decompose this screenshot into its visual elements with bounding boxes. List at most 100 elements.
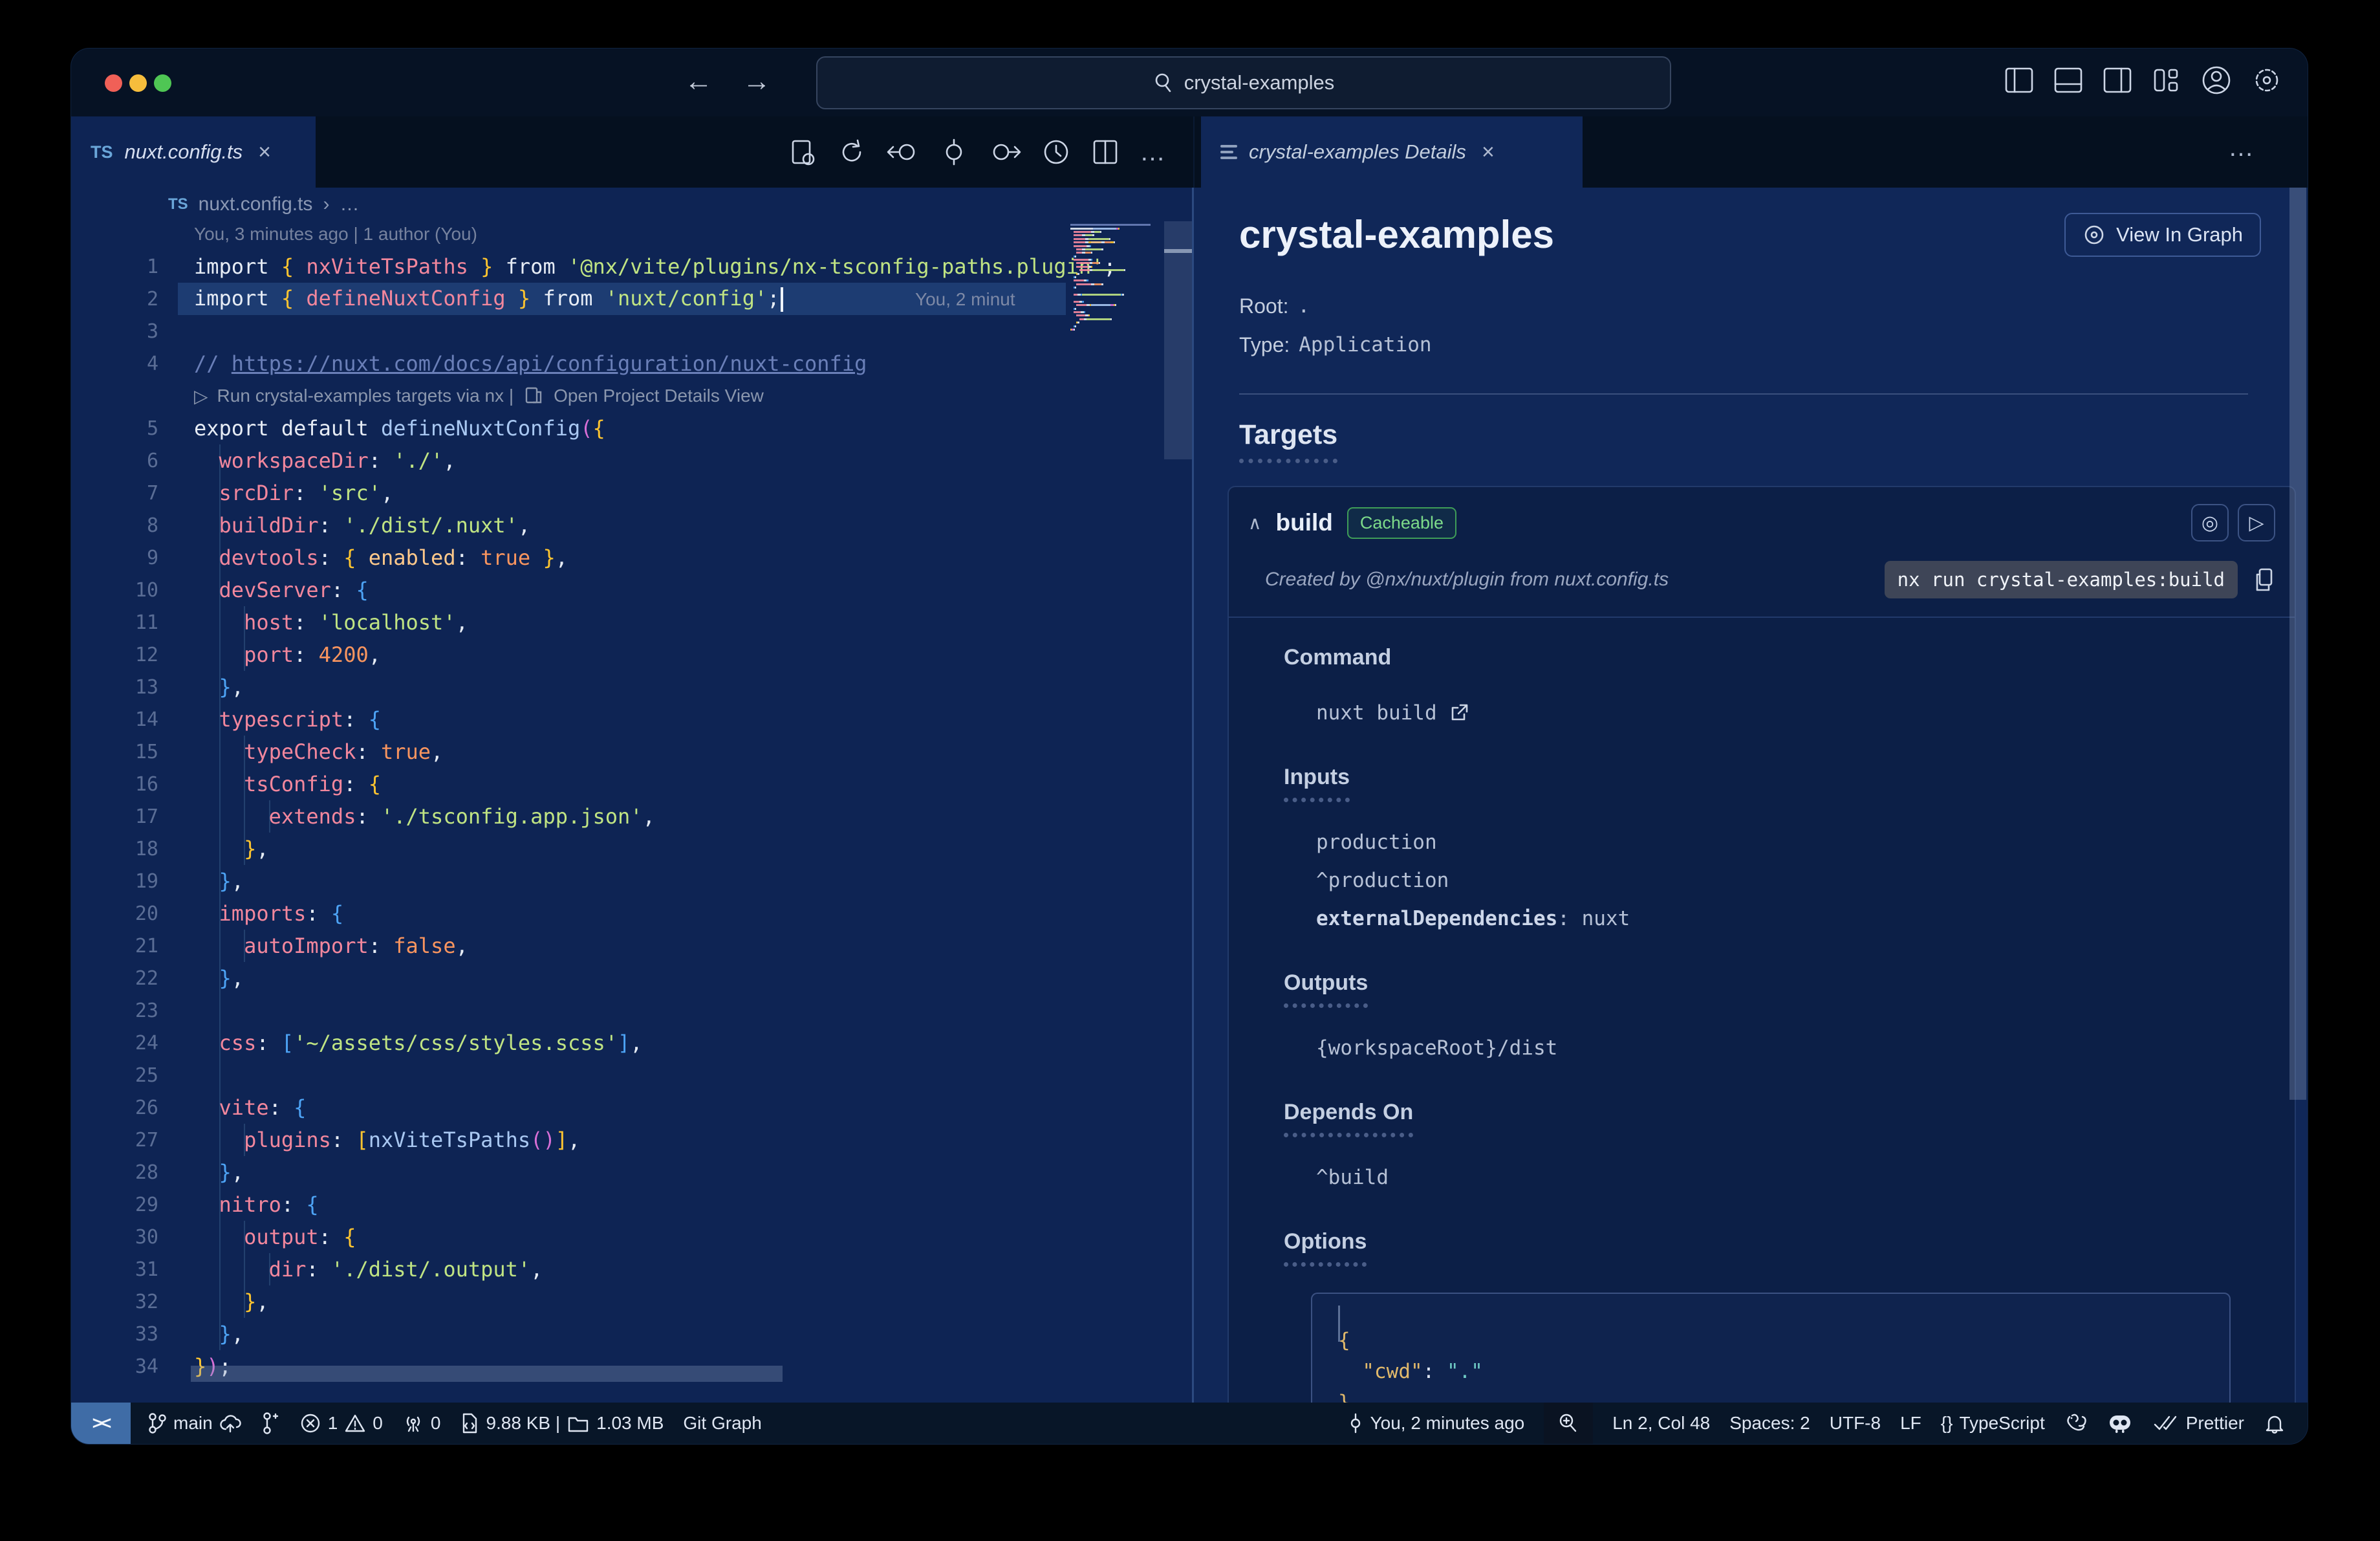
view-target-in-graph-button[interactable]: ◎ <box>2191 504 2229 541</box>
code-row[interactable]: 20 imports: { <box>71 897 1066 930</box>
code-row[interactable]: 16 tsConfig: { <box>71 768 1066 800</box>
code-row[interactable]: 3 <box>71 315 1066 347</box>
back-icon[interactable]: ← <box>679 65 718 98</box>
run-command-chip[interactable]: nx run crystal-examples:build <box>1884 561 2238 598</box>
copilot-item[interactable] <box>2107 1412 2133 1435</box>
editor-vertical-scrollbar[interactable] <box>1164 221 1192 459</box>
code-row[interactable]: 23 <box>71 994 1066 1027</box>
code-row[interactable]: 18 }, <box>71 833 1066 865</box>
toggle-primary-sidebar-icon[interactable] <box>2002 65 2036 96</box>
code-row[interactable]: 4// https://nuxt.com/docs/api/configurat… <box>71 347 1066 380</box>
overview-ruler-cursor <box>1164 249 1192 253</box>
more-actions-icon[interactable]: … <box>2228 133 2256 162</box>
code-row[interactable]: 7 srcDir: 'src', <box>71 477 1066 509</box>
git-graph-branch-item[interactable] <box>261 1412 280 1435</box>
gitmoji-item[interactable] <box>2064 1412 2088 1435</box>
navigate-forward-icon[interactable] <box>988 137 1022 167</box>
collapse-chevron-icon[interactable]: ∧ <box>1248 512 1262 534</box>
code-row[interactable]: 24 css: ['~/assets/css/styles.scss'], <box>71 1027 1066 1059</box>
navigate-position-icon[interactable] <box>939 137 969 167</box>
refresh-icon[interactable] <box>837 137 867 167</box>
copy-icon[interactable] <box>2253 567 2275 593</box>
code-row[interactable]: 26 vite: { <box>71 1091 1066 1124</box>
code-row[interactable]: 27 plugins: [nxViteTsPaths()], <box>71 1124 1066 1156</box>
code-editor[interactable]: You, 3 minutes ago | 1 author (You) 1 impo… <box>71 221 1193 1403</box>
code-row[interactable]: 21 autoImport: false, <box>71 930 1066 962</box>
remote-indicator[interactable]: >< <box>71 1403 131 1444</box>
toggle-panel-icon[interactable] <box>2051 65 2085 96</box>
code-row[interactable]: 2 import { defineNuxtConfig } from 'nuxt/… <box>71 283 1066 315</box>
cursor-position-item[interactable]: Ln 2, Col 48 <box>1612 1413 1710 1434</box>
split-editor-icon[interactable] <box>1090 137 1120 167</box>
file-size-item[interactable]: 9.88 KB | 1.03 MB <box>460 1412 664 1435</box>
close-window-button[interactable] <box>105 74 122 92</box>
code-row[interactable]: 8 buildDir: './dist/.nuxt', <box>71 509 1066 541</box>
breadcrumb[interactable]: TS nuxt.config.ts › … <box>71 188 1193 221</box>
options-heading: Options <box>1284 1229 1367 1267</box>
code-row[interactable]: 19 }, <box>71 865 1066 897</box>
encoding-item[interactable]: UTF-8 <box>1830 1413 1881 1434</box>
customize-layout-icon[interactable] <box>2150 65 2183 96</box>
prettier-item[interactable]: Prettier <box>2152 1413 2244 1434</box>
code-row[interactable]: 30 output: { <box>71 1221 1066 1253</box>
code-row[interactable]: 10 devServer: { <box>71 574 1066 606</box>
toggle-secondary-sidebar-icon[interactable] <box>2101 65 2134 96</box>
breadcrumb-symbol[interactable]: … <box>340 193 359 215</box>
close-tab-icon[interactable]: × <box>1482 140 1495 165</box>
panel-scrollbar[interactable] <box>2289 188 2306 1100</box>
zoom-window-button[interactable] <box>154 74 171 92</box>
problems-item[interactable]: 1 0 <box>299 1412 383 1434</box>
code-row[interactable]: 29 nitro: { <box>71 1188 1066 1221</box>
code-row[interactable]: 17 extends: './tsconfig.app.json', <box>71 800 1066 833</box>
language-mode-item[interactable]: {} TypeScript <box>1941 1413 2045 1434</box>
code-row[interactable]: 31 dir: './dist/.output', <box>71 1253 1066 1285</box>
notifications-item[interactable] <box>2264 1412 2286 1435</box>
code-row[interactable]: 25 <box>71 1059 1066 1091</box>
code-row[interactable]: 22 }, <box>71 962 1066 994</box>
breadcrumb-file[interactable]: nuxt.config.ts <box>199 193 313 215</box>
blame-item[interactable]: You, 2 minutes ago <box>1347 1412 1524 1435</box>
code-row[interactable]: 15 typeCheck: true, <box>71 736 1066 768</box>
code-row[interactable]: 1 import { nxViteTsPaths } from '@nx/vite… <box>71 250 1116 283</box>
run-target-button[interactable]: ▷ <box>2238 504 2275 541</box>
code-row[interactable]: 11 host: 'localhost', <box>71 606 1066 639</box>
depends-on-heading: Depends On <box>1284 1100 1414 1137</box>
open-changes-icon[interactable] <box>788 137 817 167</box>
options-json-editor[interactable]: { "cwd": "." } <box>1311 1293 2231 1403</box>
code-row[interactable]: 33 }, <box>71 1318 1066 1350</box>
code-lines[interactable]: You, 3 minutes ago | 1 author (You) 1 impo… <box>71 221 1116 1383</box>
code-row[interactable]: 32 }, <box>71 1285 1066 1318</box>
view-in-graph-button[interactable]: View In Graph <box>2064 212 2261 257</box>
code-row[interactable]: 12 port: 4200, <box>71 639 1066 671</box>
close-tab-icon[interactable]: × <box>258 140 271 165</box>
ports-item[interactable]: 0 <box>402 1412 440 1434</box>
more-actions-icon[interactable]: … <box>1140 138 1167 167</box>
code-row[interactable]: 9 devtools: { enabled: true }, <box>71 541 1066 574</box>
tab-project-details[interactable]: crystal-examples Details × <box>1201 116 1583 188</box>
account-icon[interactable] <box>2199 64 2234 96</box>
code-row[interactable]: 28 }, <box>71 1156 1066 1188</box>
code-row[interactable]: 6 workspaceDir: './', <box>71 444 1066 477</box>
code-row[interactable]: 14 typescript: { <box>71 703 1066 736</box>
navigate-back-icon[interactable] <box>886 137 920 167</box>
minimize-window-button[interactable] <box>129 74 147 92</box>
code-row[interactable]: You, 3 minutes ago | 1 author (You) <box>71 221 1066 250</box>
forward-icon[interactable]: → <box>737 65 776 98</box>
code-row[interactable]: ▷ Run crystal-examples targets via nx | Op… <box>71 380 1066 412</box>
settings-gear-icon[interactable] <box>2249 64 2284 96</box>
code-row[interactable]: 13 }, <box>71 671 1066 703</box>
zoom-item[interactable] <box>1544 1403 1594 1444</box>
git-branch-item[interactable]: main <box>147 1412 241 1435</box>
code-row[interactable]: 5 export default defineNuxtConfig({ <box>71 412 1066 444</box>
git-graph-item[interactable]: Git Graph <box>683 1413 761 1434</box>
indentation-item[interactable]: Spaces: 2 <box>1729 1413 1810 1434</box>
minimap[interactable] <box>1070 221 1167 332</box>
editor-horizontal-scrollbar[interactable] <box>191 1366 783 1382</box>
external-link-icon[interactable] <box>1449 703 1469 723</box>
run-icon: ▷ <box>194 386 208 406</box>
eol-item[interactable]: LF <box>1900 1413 1921 1434</box>
codelens[interactable]: ▷ Run crystal-examples targets via nx | Op… <box>194 386 764 407</box>
timeline-icon[interactable] <box>1041 137 1071 167</box>
command-center-search[interactable]: crystal-examples <box>816 56 1671 109</box>
tab-nuxt-config[interactable]: TS nuxt.config.ts × <box>71 116 316 188</box>
